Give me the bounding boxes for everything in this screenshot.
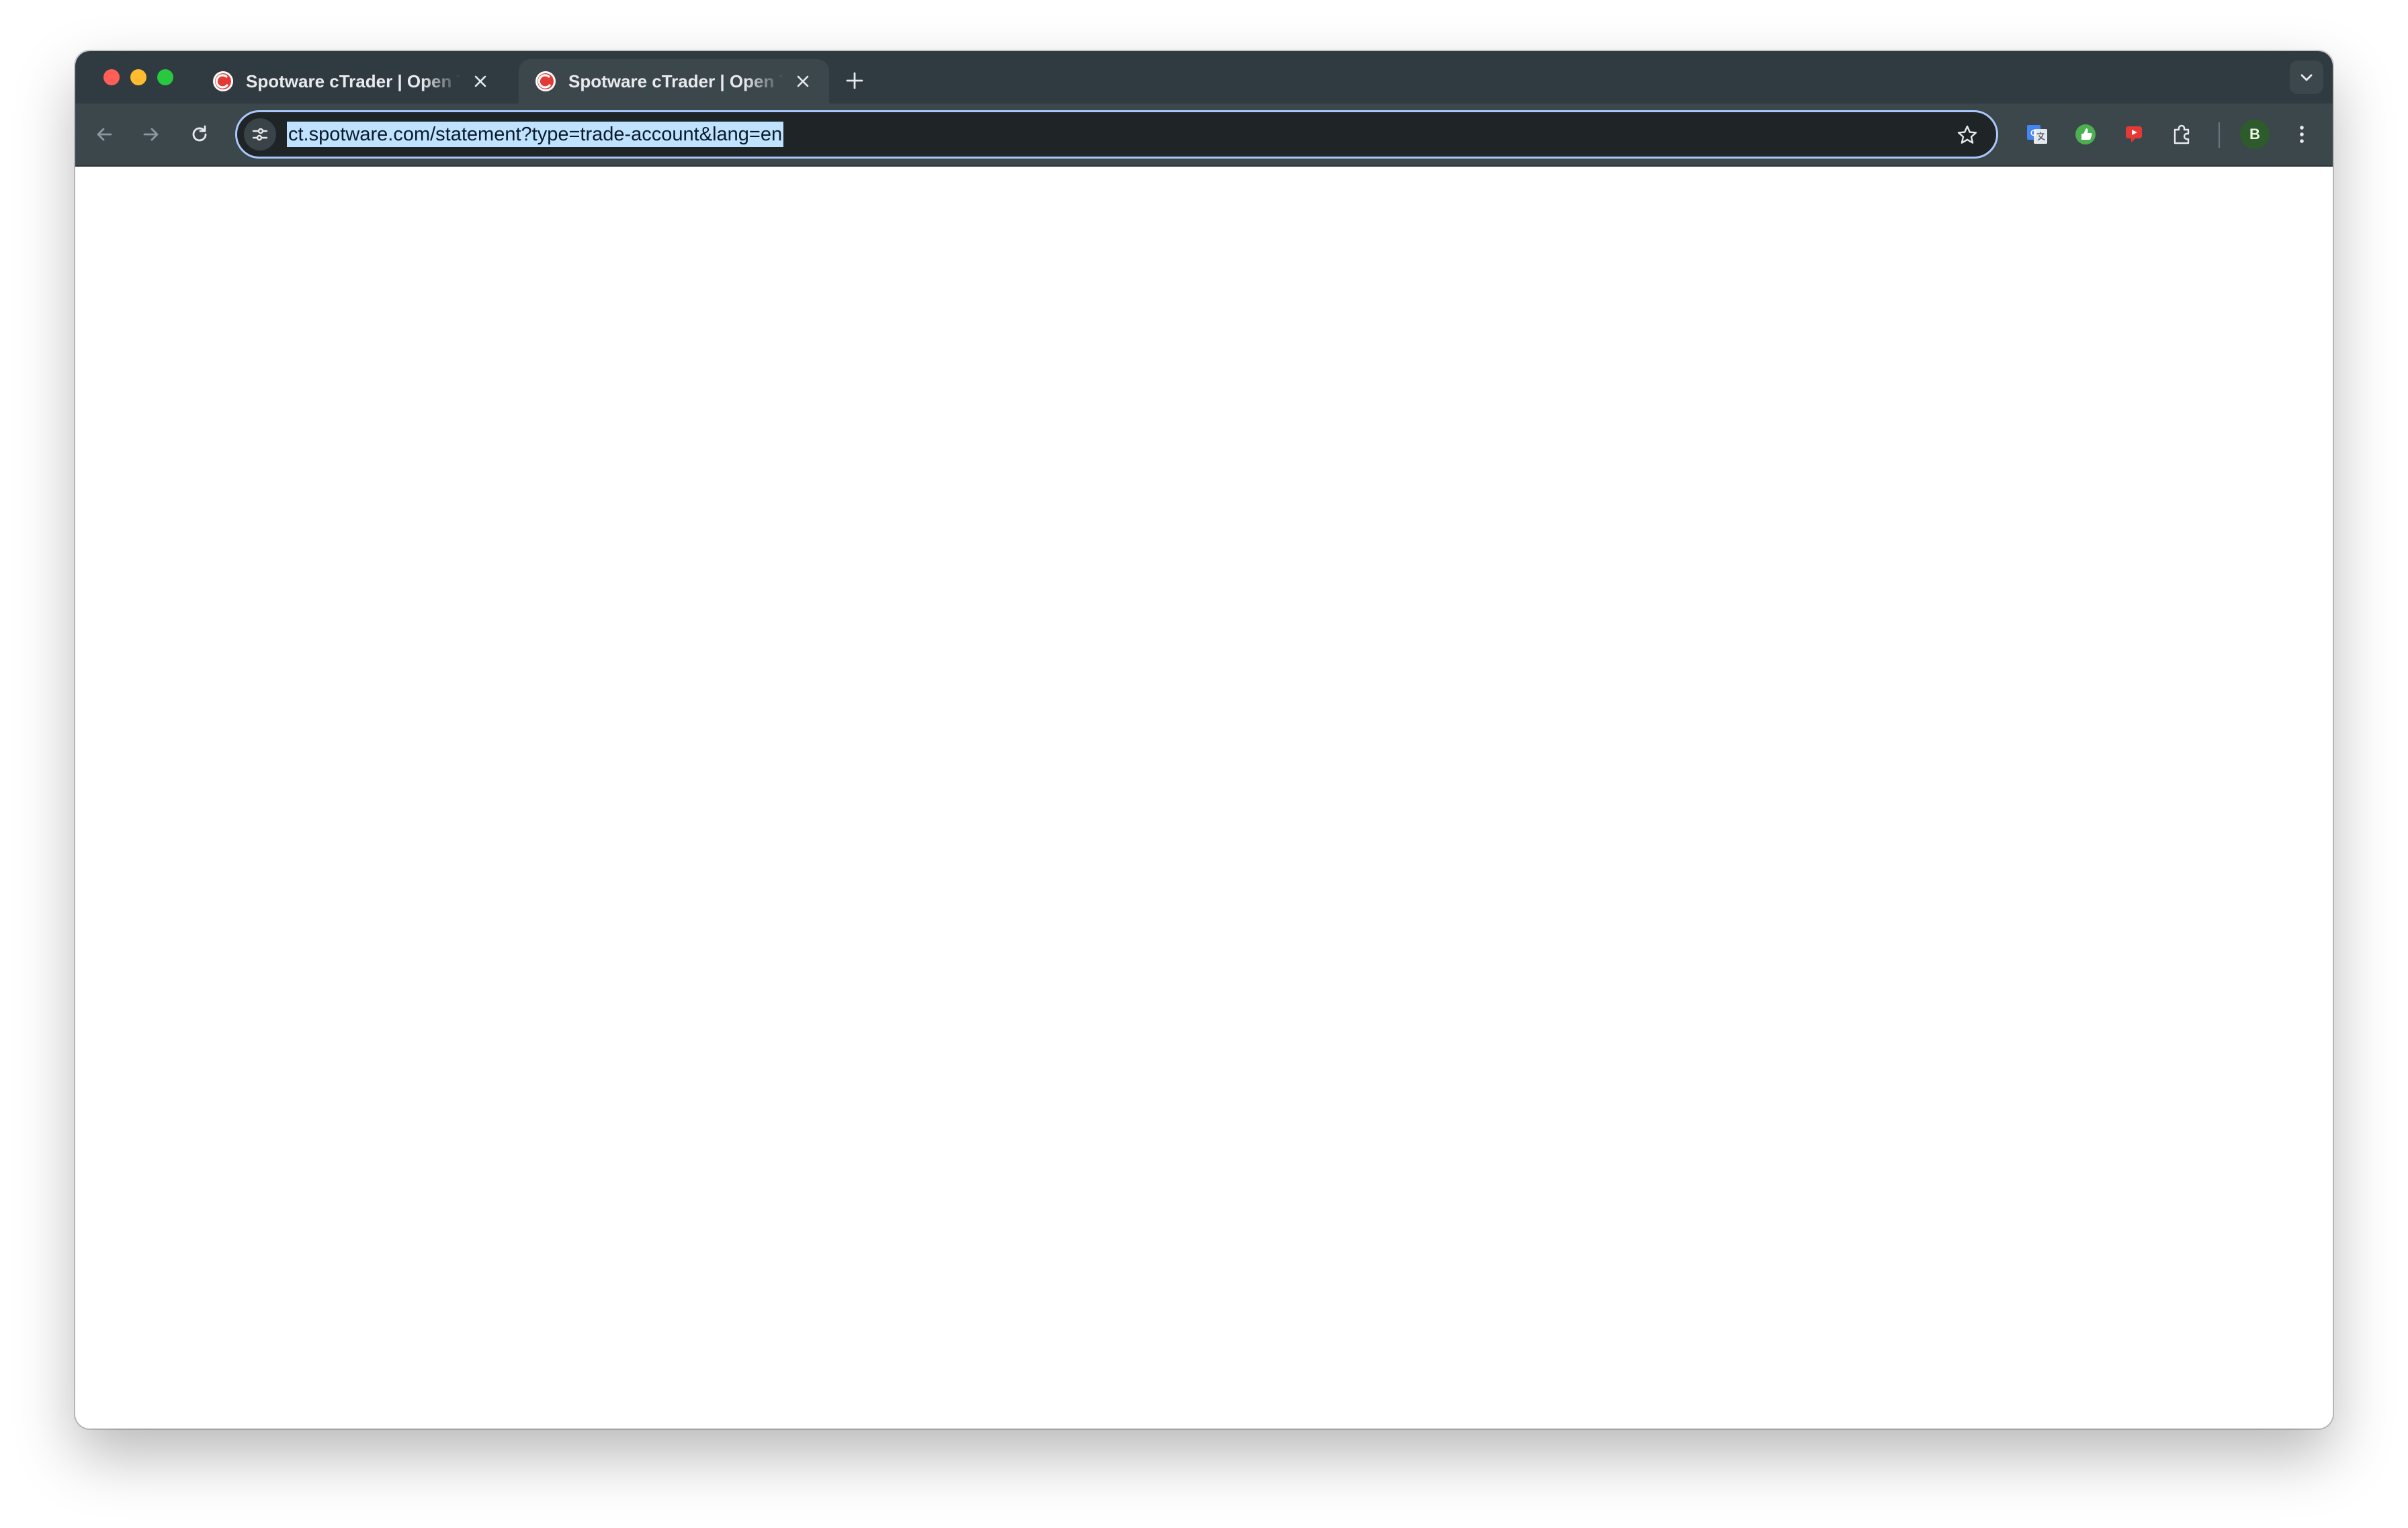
tab-spotware-1[interactable]: Spotware cTrader | Open Trading Platform [196, 59, 507, 103]
close-icon[interactable] [469, 70, 492, 93]
ctrader-icon [535, 71, 556, 91]
site-info-button[interactable] [244, 118, 276, 151]
toolbar-divider [2219, 122, 2220, 148]
toolbar: ct.spotware.com/statement?type=trade-acc… [75, 103, 2333, 167]
puzzle-icon[interactable] [2166, 118, 2198, 151]
plus-icon [846, 72, 863, 89]
forward-button[interactable] [136, 119, 167, 150]
tab-spotware-2[interactable]: Spotware cTrader | Open Trading Platform [519, 59, 829, 103]
minimize-window-button[interactable] [130, 69, 146, 85]
bookmark-button[interactable] [1953, 121, 1981, 149]
url-text[interactable]: ct.spotware.com/statement?type=trade-acc… [287, 122, 784, 147]
arrow-left-icon [97, 128, 112, 141]
reload-button[interactable] [184, 119, 215, 150]
profile-avatar[interactable]: B [2240, 120, 2270, 149]
chevron-down-icon [2300, 74, 2313, 81]
red-cast-icon[interactable] [2118, 118, 2150, 151]
tab-title: Spotware cTrader | Open Trading Platform [568, 71, 783, 91]
tab-strip: Spotware cTrader | Open Trading Platform… [75, 51, 2333, 103]
address-bar[interactable]: ct.spotware.com/statement?type=trade-acc… [235, 110, 1998, 159]
kebab-menu-icon[interactable] [2286, 118, 2318, 151]
close-icon[interactable] [791, 70, 814, 93]
page-content [75, 167, 2333, 1429]
browser-window: Spotware cTrader | Open Trading Platform… [75, 51, 2333, 1429]
close-window-button[interactable] [103, 69, 120, 85]
new-tab-button[interactable] [841, 67, 868, 94]
svg-text:G: G [2030, 128, 2036, 138]
google-translate-icon[interactable]: G [2021, 118, 2053, 151]
star-icon [1957, 125, 1977, 144]
ctrader-icon [213, 71, 233, 91]
reload-icon [192, 125, 207, 142]
green-thumbs-up-icon[interactable] [2069, 118, 2102, 151]
tab-search-button[interactable] [2290, 60, 2323, 94]
maximize-window-button[interactable] [157, 69, 173, 85]
screen: Spotware cTrader | Open Trading Platform… [0, 0, 2408, 1528]
tune-icon [252, 128, 268, 141]
arrow-right-icon [143, 128, 159, 141]
back-button[interactable] [89, 119, 120, 150]
tab-title: Spotware cTrader | Open Trading Platform [246, 71, 461, 91]
